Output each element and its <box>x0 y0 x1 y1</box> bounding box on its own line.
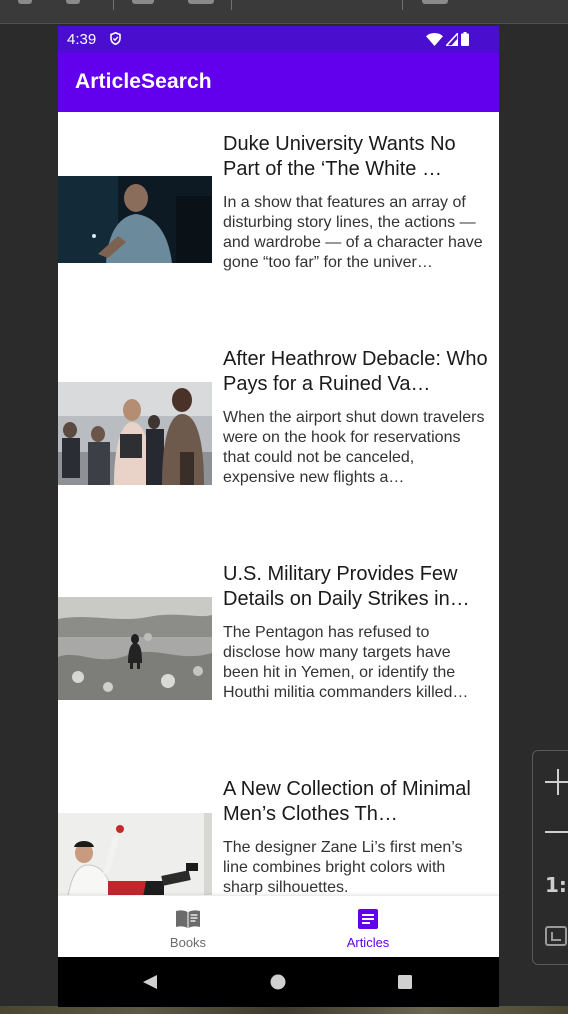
toolbar-divider <box>113 0 114 10</box>
article-headline[interactable]: After Heathrow Debacle: Who Pays for a R… <box>223 347 489 397</box>
article-thumbnail <box>58 176 212 263</box>
article-photo-icon <box>58 813 212 896</box>
article-list-item[interactable]: Duke University Wants No Part of the ‘Th… <box>58 112 499 327</box>
system-recents-button[interactable] <box>375 957 435 1007</box>
article-abstract: When the airport shut down travelers wer… <box>223 409 485 486</box>
wifi-icon <box>426 32 443 46</box>
app-title: ArticleSearch <box>75 70 212 93</box>
article-abstract: The designer Zane Li’s first men’s line … <box>223 839 463 896</box>
emulator-toolbar <box>0 0 568 24</box>
system-back-button[interactable] <box>120 957 180 1007</box>
emulator-rotate-icon[interactable] <box>188 0 214 4</box>
app-bar: ArticleSearch <box>58 52 499 112</box>
article-photo-icon <box>58 597 212 700</box>
battery-icon <box>461 32 469 46</box>
emulator-screenshot-icon[interactable] <box>132 0 154 4</box>
zoom-in-icon[interactable] <box>545 769 568 795</box>
nav-label-articles: Articles <box>346 935 390 950</box>
emulator-settings-icon[interactable] <box>422 0 448 4</box>
shield-icon <box>110 32 121 45</box>
article-photo-icon <box>58 382 212 485</box>
bottom-navigation: Books Articles <box>58 895 499 957</box>
nav-item-articles[interactable]: Articles <box>258 896 478 958</box>
cell-signal-icon <box>446 32 458 46</box>
article-list-item[interactable]: After Heathrow Debacle: Who Pays for a R… <box>58 327 499 542</box>
emulator-zoom-panel: 1:1 <box>532 750 568 965</box>
article-list[interactable]: Duke University Wants No Part of the ‘Th… <box>58 112 499 896</box>
zoom-out-icon[interactable] <box>545 831 568 833</box>
emulator-back-icon[interactable] <box>18 0 32 4</box>
article-abstract: In a show that features an array of dist… <box>223 194 483 271</box>
status-time: 4:39 <box>67 31 97 48</box>
status-icons <box>426 32 469 46</box>
article-text: After Heathrow Debacle: Who Pays for a R… <box>223 347 489 488</box>
article-list-item[interactable]: U.S. Military Provides Few Details on Da… <box>58 542 499 757</box>
article-text: U.S. Military Provides Few Details on Da… <box>223 562 489 703</box>
article-thumbnail <box>58 382 212 485</box>
back-triangle-icon <box>143 975 157 989</box>
article-icon <box>358 909 378 929</box>
article-photo-icon <box>58 176 212 263</box>
article-headline[interactable]: A New Collection of Minimal Men’s Clothe… <box>223 777 489 827</box>
toolbar-divider <box>231 0 232 10</box>
phone-screen: 4:39 ArticleSearch Duke University Wants… <box>58 26 499 1007</box>
article-list-item[interactable]: A New Collection of Minimal Men’s Clothe… <box>58 757 499 896</box>
book-icon <box>176 910 200 928</box>
article-headline[interactable]: Duke University Wants No Part of the ‘Th… <box>223 132 489 182</box>
recents-square-icon <box>398 975 412 989</box>
system-navigation-bar <box>58 957 499 1007</box>
article-thumbnail <box>58 597 212 700</box>
home-circle-icon <box>270 974 286 990</box>
article-text: Duke University Wants No Part of the ‘Th… <box>223 132 489 273</box>
article-abstract: The Pentagon has refused to disclose how… <box>223 624 469 701</box>
article-headline[interactable]: U.S. Military Provides Few Details on Da… <box>223 562 489 612</box>
system-home-button[interactable] <box>248 957 308 1007</box>
status-bar: 4:39 <box>58 26 499 52</box>
toolbar-divider <box>402 0 403 10</box>
fit-screen-icon[interactable] <box>545 926 567 946</box>
article-thumbnail <box>58 813 212 896</box>
emulator-forward-icon[interactable] <box>66 0 80 4</box>
zoom-ratio-button[interactable]: 1:1 <box>545 873 568 897</box>
desktop-background <box>0 1006 568 1014</box>
article-text: A New Collection of Minimal Men’s Clothe… <box>223 777 489 896</box>
